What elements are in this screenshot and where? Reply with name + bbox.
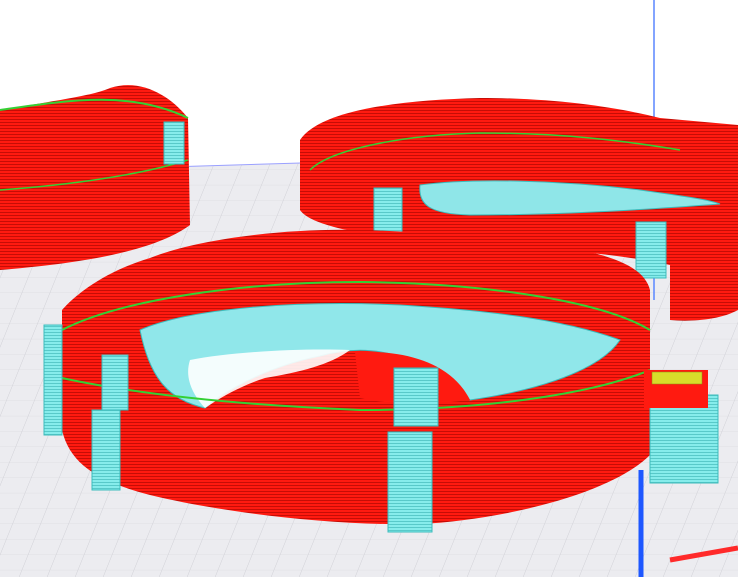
3d-viewport[interactable] xyxy=(0,0,738,577)
